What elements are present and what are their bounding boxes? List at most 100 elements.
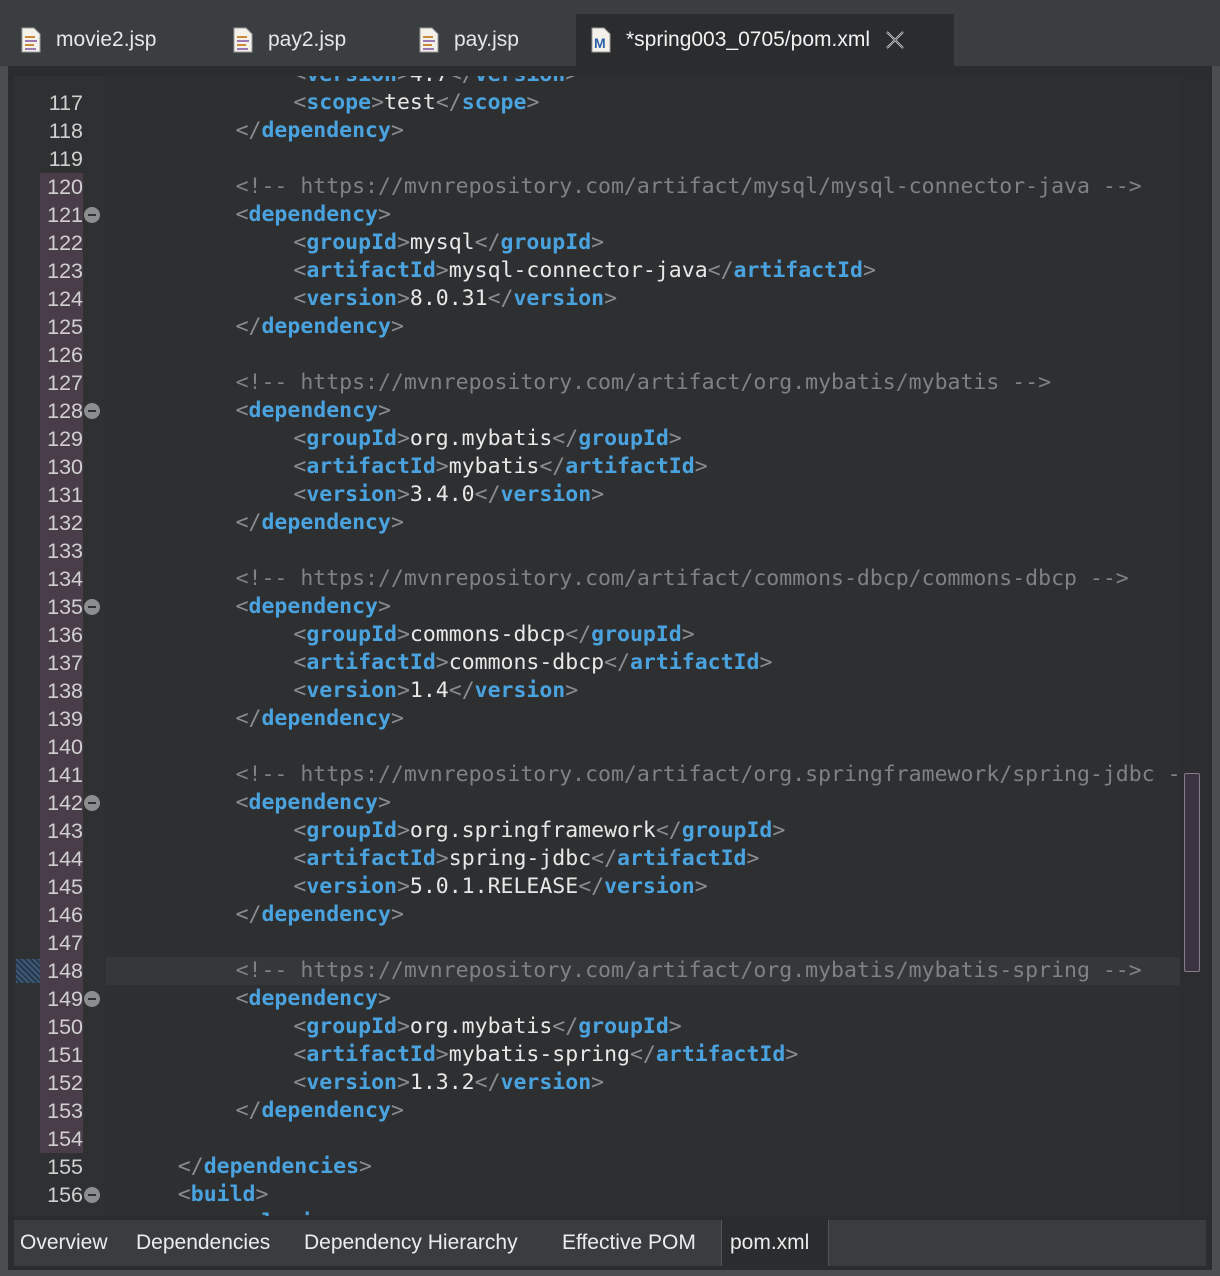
code-line[interactable]: <build> (106, 1181, 1180, 1209)
fold-collapse-icon[interactable] (84, 1187, 100, 1203)
code-line[interactable]: <!-- https://mvnrepository.com/artifact/… (106, 369, 1180, 397)
code-line[interactable]: <!-- https://mvnrepository.com/artifact/… (106, 957, 1180, 985)
code-line[interactable]: </dependency> (106, 901, 1180, 929)
tab-movie2-jsp[interactable]: movie2.jsp (20, 14, 220, 66)
code-line[interactable]: </dependency> (106, 117, 1180, 145)
close-icon[interactable] (884, 29, 906, 51)
scrollbar-thumb[interactable] (1184, 773, 1200, 972)
tab-pay-jsp[interactable]: pay.jsp (418, 14, 578, 66)
tab-pom-xml[interactable]: M *spring003_0705/pom.xml (576, 14, 954, 66)
line-number: 121 (40, 201, 83, 229)
tab-overview[interactable]: Overview (20, 1220, 108, 1266)
line-number: 153 (40, 1097, 83, 1125)
line-number: 148 (40, 957, 83, 985)
code-line[interactable]: <groupId>org.mybatis</groupId> (106, 425, 1180, 453)
line-number: 143 (40, 817, 83, 845)
code-line[interactable]: <version>1.4</version> (106, 677, 1180, 705)
line-number: 128 (40, 397, 83, 425)
code-line[interactable]: <artifactId>mybatis</artifactId> (106, 453, 1180, 481)
line-number: 131 (40, 481, 83, 509)
line-number: 156 (47, 1183, 83, 1207)
code-line-partial[interactable]: <plugins> (106, 1209, 1180, 1216)
xml-source-editor[interactable]: 117 118 119 120 121 122 123 124 125 126 127 128 129 1… (14, 76, 1206, 1216)
code-line[interactable]: </dependency> (106, 1097, 1180, 1125)
code-line[interactable]: </dependency> (106, 705, 1180, 733)
line-number: 124 (40, 285, 83, 313)
code-line[interactable] (106, 1125, 1180, 1153)
line-number: 122 (40, 229, 83, 257)
code-line[interactable]: <!-- https://mvnrepository.com/artifact/… (106, 761, 1180, 789)
code-line[interactable]: <artifactId>mybatis-spring</artifactId> (106, 1041, 1180, 1069)
line-number: 139 (40, 705, 83, 733)
line-number-gutter: 117 118 119 120 121 122 123 124 125 126 127 128 129 1… (14, 76, 100, 1216)
code-line[interactable]: <dependency> (106, 593, 1180, 621)
code-line[interactable] (106, 145, 1180, 173)
maven-pom-icon: M (591, 27, 611, 53)
code-line[interactable]: <dependency> (106, 789, 1180, 817)
code-line[interactable]: <version>5.0.1.RELEASE</version> (106, 873, 1180, 901)
line-number: 133 (40, 537, 83, 565)
code-line[interactable]: <!-- https://mvnrepository.com/artifact/… (106, 565, 1180, 593)
code-line[interactable]: <groupId>commons-dbcp</groupId> (106, 621, 1180, 649)
line-number: 136 (40, 621, 83, 649)
fold-collapse-icon[interactable] (84, 795, 100, 811)
occurrence-marker-icon (16, 959, 40, 983)
code-line[interactable]: <groupId>org.springframework</groupId> (106, 817, 1180, 845)
code-line[interactable]: </dependency> (106, 313, 1180, 341)
fold-collapse-icon[interactable] (84, 207, 100, 223)
code-line[interactable] (106, 929, 1180, 957)
tab-label: movie2.jsp (56, 28, 157, 51)
tab-effective-pom[interactable]: Effective POM (562, 1220, 696, 1266)
code-line[interactable]: <artifactId>spring-jdbc</artifactId> (106, 845, 1180, 873)
fold-collapse-icon[interactable] (84, 991, 100, 1007)
code-line[interactable] (106, 537, 1180, 565)
line-number: 145 (40, 873, 83, 901)
code-area[interactable]: <version>4.7</version><scope>test</scope… (106, 76, 1180, 1216)
line-number: 137 (40, 649, 83, 677)
code-line[interactable] (106, 733, 1180, 761)
code-line[interactable]: </dependencies> (106, 1153, 1180, 1181)
line-number: 150 (40, 1013, 83, 1041)
line-number: 125 (40, 313, 83, 341)
tab-label: pay2.jsp (268, 28, 347, 51)
code-line[interactable]: <dependency> (106, 201, 1180, 229)
tab-dependencies[interactable]: Dependencies (136, 1220, 270, 1266)
vertical-scrollbar[interactable] (1180, 76, 1206, 1216)
code-line-partial[interactable]: <version>4.7</version> (106, 76, 1180, 89)
code-line[interactable]: </dependency> (106, 509, 1180, 537)
line-number: 141 (40, 761, 83, 789)
code-line[interactable]: <dependency> (106, 397, 1180, 425)
tab-pay2-jsp[interactable]: pay2.jsp (232, 14, 412, 66)
code-line[interactable]: <groupId>mysql</groupId> (106, 229, 1180, 257)
code-line[interactable] (106, 341, 1180, 369)
code-line[interactable]: <version>8.0.31</version> (106, 285, 1180, 313)
line-number: 123 (40, 257, 83, 285)
line-number: 146 (40, 901, 83, 929)
pom-editor-page-tabs: Overview Dependencies Dependency Hierarc… (14, 1220, 1206, 1266)
line-number: 134 (40, 565, 83, 593)
code-line[interactable]: <version>3.4.0</version> (106, 481, 1180, 509)
tab-label: *spring003_0705/pom.xml (626, 28, 870, 51)
code-line[interactable]: <groupId>org.mybatis</groupId> (106, 1013, 1180, 1041)
tab-dependency-hierarchy[interactable]: Dependency Hierarchy (304, 1220, 518, 1266)
code-line[interactable]: <artifactId>mysql-connector-java</artifa… (106, 257, 1180, 285)
fold-collapse-icon[interactable] (84, 403, 100, 419)
line-number: 132 (40, 509, 83, 537)
code-line[interactable]: <artifactId>commons-dbcp</artifactId> (106, 649, 1180, 677)
tab-pom-xml-source[interactable]: pom.xml (721, 1220, 829, 1266)
code-line[interactable]: <!-- https://mvnrepository.com/artifact/… (106, 173, 1180, 201)
line-number: 154 (40, 1125, 83, 1153)
line-number: 144 (40, 845, 83, 873)
editor-tab-bar: movie2.jsp pay2.jsp pay.jsp M *spring003… (0, 0, 1220, 66)
code-line[interactable]: <version>1.3.2</version> (106, 1069, 1180, 1097)
fold-collapse-icon[interactable] (84, 599, 100, 615)
line-number: 129 (40, 425, 83, 453)
code-line[interactable]: <scope>test</scope> (106, 89, 1180, 117)
line-number: 152 (40, 1069, 83, 1097)
line-number: 119 (48, 147, 83, 171)
code-line[interactable]: <dependency> (106, 985, 1180, 1013)
line-number: 117 (48, 91, 83, 115)
svg-text:M: M (594, 35, 606, 51)
line-number: 127 (40, 369, 83, 397)
line-number: 151 (40, 1041, 83, 1069)
